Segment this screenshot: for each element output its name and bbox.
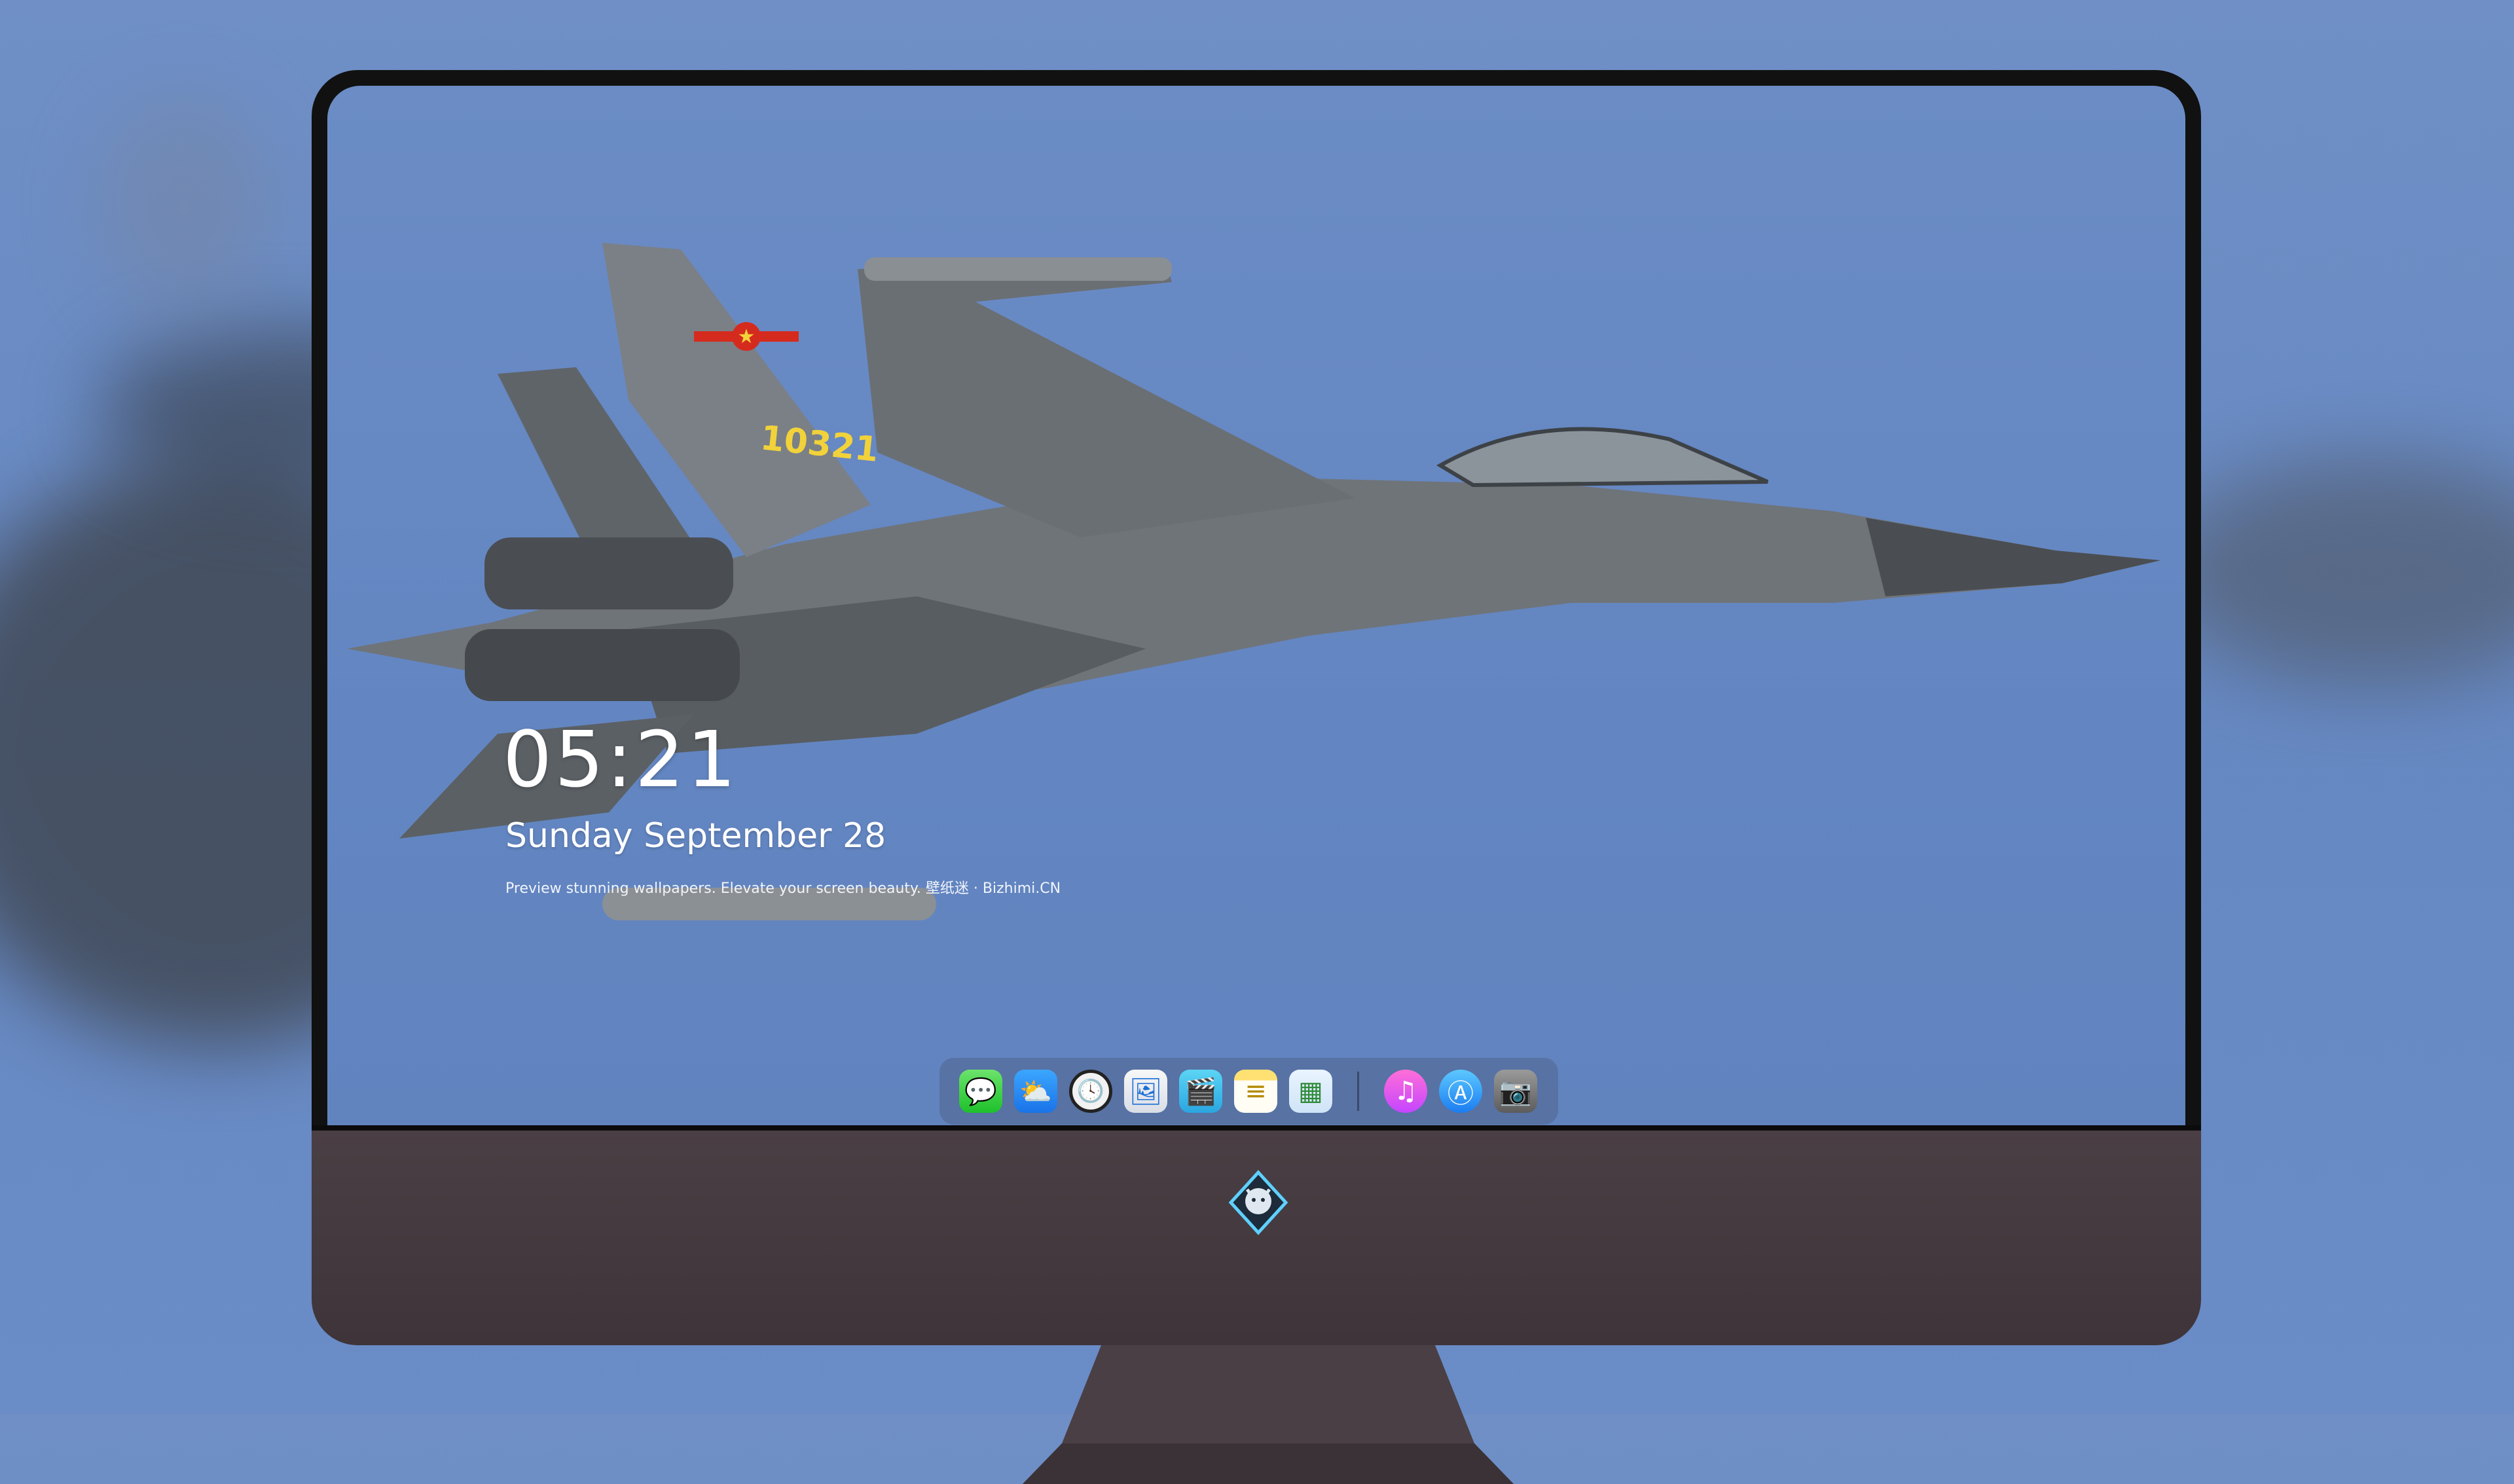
wallpaper-tagline: Preview stunning wallpapers. Elevate you… [505,880,1061,897]
background-blur-shape [2160,458,2514,687]
fighter-jet-wallpaper: ★ 10321 [347,243,2160,920]
mascot-logo-icon [1228,1170,1288,1235]
lock-screen-time: 05:21 [503,714,739,805]
imac-monitor: ★ 10321 05:21 Sunday September 28 Previe… [312,70,2201,1484]
monitor-screen: ★ 10321 05:21 Sunday September 28 Previe… [327,86,2185,1130]
monitor-stand [1023,1345,1514,1484]
notes-icon[interactable]: ≡ [1234,1070,1277,1113]
camera-icon[interactable]: 📷 [1494,1070,1537,1113]
lock-screen-date: Sunday September 28 [505,816,886,856]
photos-icon[interactable]: ▦ [1289,1070,1332,1113]
dock: 💬 ⛅ 🕓 🖼 🎬 ≡ ▦ ♫ Ⓐ 📷 [939,1058,1558,1125]
clapper-icon[interactable]: 🎬 [1179,1070,1222,1113]
svg-text:★: ★ [738,325,756,348]
background-blur-shape [98,98,268,314]
messages-icon[interactable]: 💬 [959,1070,1002,1113]
weather-icon[interactable]: ⛅ [1014,1070,1057,1113]
preview-icon[interactable]: 🖼 [1124,1070,1167,1113]
monitor-chin [312,1131,2201,1345]
dock-separator [1357,1072,1359,1111]
music-icon[interactable]: ♫ [1384,1070,1427,1113]
app-store-icon[interactable]: Ⓐ [1439,1070,1482,1113]
clock-icon[interactable]: 🕓 [1069,1070,1112,1113]
